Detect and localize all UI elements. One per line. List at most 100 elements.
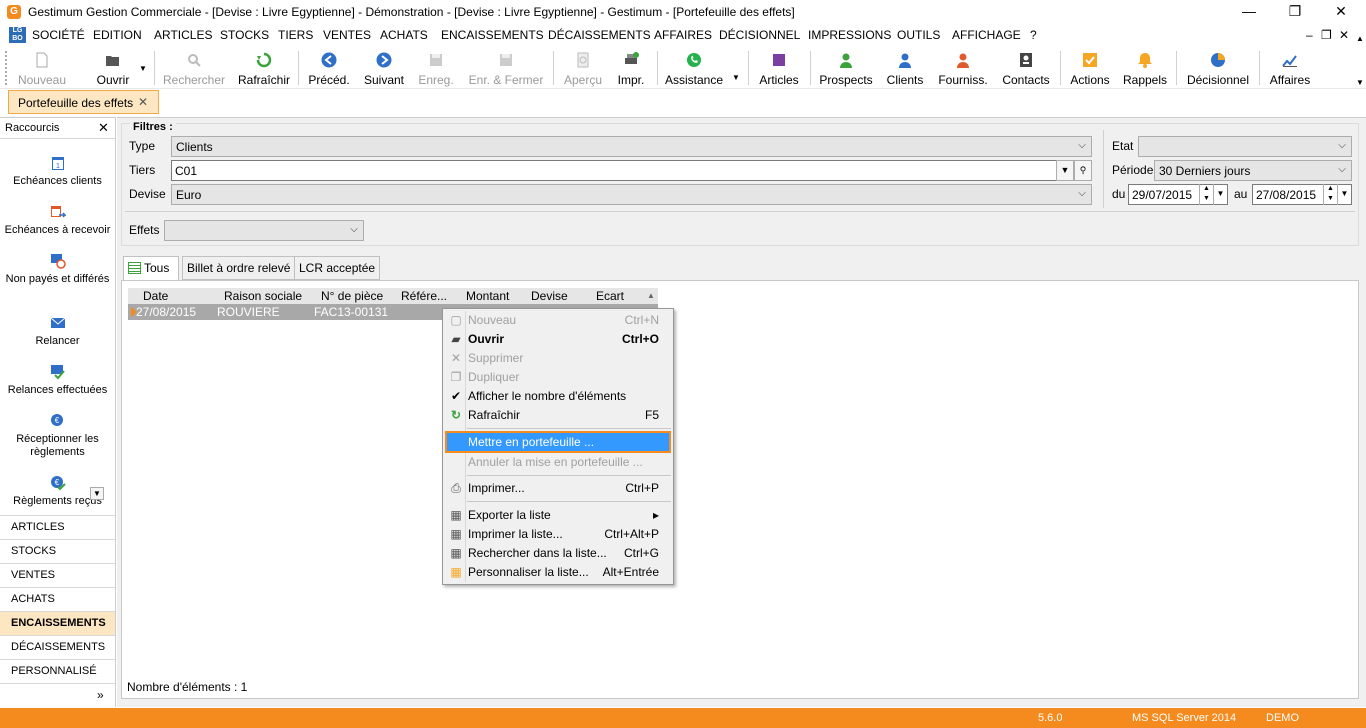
ctx-dupliquer[interactable]: ❐ Dupliquer bbox=[445, 368, 671, 387]
menu-affichage[interactable]: AFFICHAGE bbox=[952, 28, 1021, 42]
nouveau-button[interactable]: Nouveau bbox=[14, 47, 70, 89]
actions-button[interactable]: Actions bbox=[1067, 47, 1113, 89]
fournisseurs-button[interactable]: Fourniss. bbox=[936, 47, 990, 89]
close-window-button[interactable]: ✕ bbox=[1318, 0, 1364, 24]
shortcut-relances-effectuees[interactable]: Relances effectuées bbox=[0, 364, 115, 397]
ctx-imprimer-liste[interactable]: ▦ Imprimer la liste... Ctrl+Alt+P bbox=[445, 525, 671, 544]
ctx-supprimer[interactable]: ✕ Supprimer bbox=[445, 349, 671, 368]
ouvrir-dropdown-icon[interactable]: ▼ bbox=[139, 64, 147, 73]
close-panel-icon[interactable]: ✕ bbox=[98, 120, 109, 136]
tab-tous[interactable]: Tous bbox=[123, 256, 179, 281]
nav-personnalise[interactable]: PERSONNALISÉ bbox=[0, 659, 115, 683]
imprimer-button[interactable]: Impr. bbox=[612, 47, 650, 89]
prospects-button[interactable]: Prospects bbox=[817, 47, 875, 89]
shortcuts-scroll-down-icon[interactable]: ▼ bbox=[90, 487, 104, 500]
col-header-ecart[interactable]: Ecart bbox=[596, 289, 624, 303]
rechercher-button[interactable]: Rechercher bbox=[160, 47, 228, 89]
rappels-button[interactable]: Rappels bbox=[1122, 47, 1168, 89]
col-header-piece[interactable]: N° de pièce bbox=[321, 289, 383, 303]
ctx-rechercher-liste[interactable]: ▦ Rechercher dans la liste... Ctrl+G bbox=[445, 544, 671, 563]
tiers-dropdown-icon[interactable]: ▼ bbox=[1056, 160, 1074, 181]
date-du-spinner[interactable]: ▲ ▼ bbox=[1199, 184, 1213, 205]
menu-achats[interactable]: ACHATS bbox=[380, 28, 428, 42]
contacts-button[interactable]: Contacts bbox=[999, 47, 1053, 89]
nav-articles[interactable]: ARTICLES bbox=[0, 515, 115, 539]
menu-tiers[interactable]: TIERS bbox=[278, 28, 313, 42]
nav-decaissements[interactable]: DÉCAISSEMENTS bbox=[0, 635, 115, 659]
date-au-dropdown-icon[interactable]: ▼ bbox=[1337, 184, 1351, 205]
binoculars-search-icon[interactable]: ⚲ bbox=[1074, 160, 1092, 181]
menu-ventes[interactable]: VENTES bbox=[323, 28, 371, 42]
close-tab-icon[interactable]: ✕ bbox=[138, 95, 148, 109]
shortcut-non-payes[interactable]: Non payés et différés bbox=[0, 253, 115, 286]
col-header-date[interactable]: Date bbox=[143, 289, 168, 303]
affaires-button[interactable]: Affaires bbox=[1266, 47, 1314, 89]
menu-decaissements[interactable]: DÉCAISSEMENTS bbox=[548, 28, 651, 42]
decisionnel-button[interactable]: Décisionnel bbox=[1184, 47, 1252, 89]
shortcut-echeances-recevoir[interactable]: Echéances à recevoir bbox=[0, 204, 115, 237]
nav-more-icon[interactable]: » bbox=[97, 688, 104, 702]
tab-lcr-acceptee[interactable]: LCR acceptée bbox=[294, 256, 381, 280]
menu-encaissements[interactable]: ENCAISSEMENTS bbox=[441, 28, 544, 42]
menu-societe[interactable]: SOCIÉTÉ bbox=[32, 28, 85, 42]
mdi-minimize-button[interactable]: – bbox=[1306, 28, 1313, 42]
col-header-raison-sociale[interactable]: Raison sociale bbox=[224, 289, 302, 303]
tab-billet-ordre[interactable]: Billet à ordre relevé bbox=[182, 256, 296, 280]
periode-select[interactable]: 30 Derniers jours ⌵ bbox=[1154, 160, 1352, 181]
date-au-input[interactable]: 27/08/2015 ▲ ▼ ▼ bbox=[1252, 184, 1352, 205]
tiers-input[interactable]: C01 bbox=[171, 160, 1073, 181]
shortcut-relancer[interactable]: Relancer bbox=[0, 315, 115, 348]
restore-button[interactable]: ❐ bbox=[1272, 0, 1318, 24]
date-au-spinner[interactable]: ▲ ▼ bbox=[1323, 184, 1337, 205]
type-select[interactable]: Clients ⌵ bbox=[171, 136, 1092, 157]
nav-stocks[interactable]: STOCKS bbox=[0, 539, 115, 563]
col-header-reference[interactable]: Référe... bbox=[401, 289, 447, 303]
ctx-imprimer[interactable]: ⎙ Imprimer... Ctrl+P bbox=[445, 479, 671, 498]
menu-help[interactable]: ? bbox=[1030, 28, 1037, 42]
date-du-input[interactable]: 29/07/2015 ▲ ▼ ▼ bbox=[1128, 184, 1228, 205]
precedent-button[interactable]: Précéd. bbox=[305, 47, 353, 89]
clients-button[interactable]: Clients bbox=[884, 47, 926, 89]
shortcut-receptionner-reglements[interactable]: € Réceptionner les règlements bbox=[0, 413, 115, 459]
portefeuille-effets-tab[interactable]: Portefeuille des effets ✕ bbox=[8, 90, 159, 114]
menu-articles[interactable]: ARTICLES bbox=[154, 28, 212, 42]
ouvrir-button[interactable]: Ouvrir bbox=[92, 47, 134, 89]
apercu-button[interactable]: Aperçu bbox=[560, 47, 606, 89]
ctx-annuler-mise-portefeuille[interactable]: Annuler la mise en portefeuille ... bbox=[445, 453, 671, 472]
mdi-restore-button[interactable]: ❐ bbox=[1321, 28, 1332, 42]
ctx-personnaliser-liste[interactable]: ▦ Personnaliser la liste... Alt+Entrée bbox=[445, 563, 671, 582]
menu-affaires[interactable]: AFFAIRES bbox=[654, 28, 712, 42]
ctx-nouveau[interactable]: ▢ Nouveau Ctrl+N bbox=[445, 311, 671, 330]
enregistrer-fermer-button[interactable]: Enr. & Fermer bbox=[466, 47, 546, 89]
column-chooser-icon[interactable]: ▲ bbox=[647, 291, 655, 300]
minimize-button[interactable]: — bbox=[1226, 0, 1272, 24]
mdi-close-button[interactable]: ✕ bbox=[1339, 28, 1349, 42]
menu-decisionnel[interactable]: DÉCISIONNEL bbox=[719, 28, 800, 42]
suivant-button[interactable]: Suivant bbox=[360, 47, 408, 89]
articles-button[interactable]: Articles bbox=[756, 47, 802, 89]
enregistrer-button[interactable]: Enreg. bbox=[416, 47, 456, 89]
menu-impressions[interactable]: IMPRESSIONS bbox=[808, 28, 891, 42]
effets-select[interactable]: ⌵ bbox=[164, 220, 364, 241]
scroll-down-icon[interactable]: ▼ bbox=[1356, 78, 1364, 87]
ctx-mettre-en-portefeuille[interactable]: Mettre en portefeuille ... bbox=[445, 431, 671, 453]
ctx-exporter-liste[interactable]: ▦ Exporter la liste ▸ bbox=[445, 506, 671, 525]
ctx-afficher-nombre[interactable]: ✔ Afficher le nombre d'éléments bbox=[445, 387, 671, 406]
devise-select[interactable]: Euro ⌵ bbox=[171, 184, 1092, 205]
col-header-montant[interactable]: Montant bbox=[466, 289, 509, 303]
nav-encaissements[interactable]: ENCAISSEMENTS bbox=[0, 611, 115, 635]
nav-ventes[interactable]: VENTES bbox=[0, 563, 115, 587]
ctx-rafraichir[interactable]: ↻ Rafraîchir F5 bbox=[445, 406, 671, 425]
col-header-devise[interactable]: Devise bbox=[531, 289, 568, 303]
date-du-dropdown-icon[interactable]: ▼ bbox=[1213, 184, 1227, 205]
rafraichir-button[interactable]: Rafraîchir bbox=[236, 47, 292, 89]
etat-select[interactable]: ⌵ bbox=[1138, 136, 1352, 157]
ctx-ouvrir[interactable]: ▰ Ouvrir Ctrl+O bbox=[445, 330, 671, 349]
nav-achats[interactable]: ACHATS bbox=[0, 587, 115, 611]
toolbar-overflow-icon[interactable]: ▼ bbox=[732, 73, 740, 82]
assistance-button[interactable]: Assistance bbox=[664, 47, 724, 89]
shortcut-echeances-clients[interactable]: 1 Echéances clients bbox=[0, 155, 115, 188]
menu-stocks[interactable]: STOCKS bbox=[220, 28, 269, 42]
menu-edition[interactable]: EDITION bbox=[93, 28, 142, 42]
scroll-up-icon[interactable]: ▲ bbox=[1356, 34, 1364, 43]
